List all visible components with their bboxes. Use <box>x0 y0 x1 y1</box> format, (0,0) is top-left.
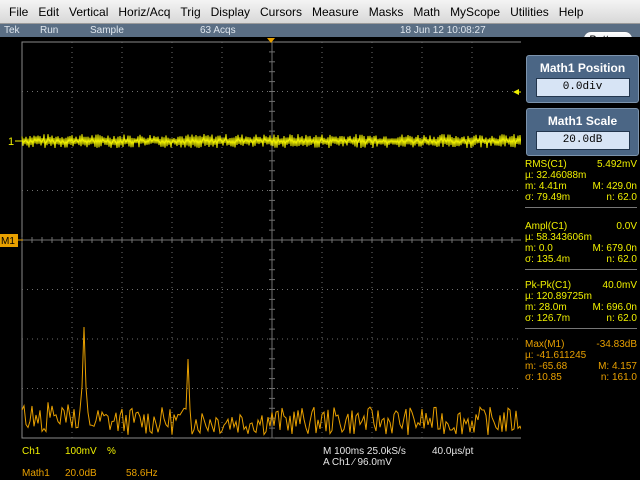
trigger-readout[interactable]: A Ch1 ⁄ 96.0mV <box>323 457 392 468</box>
math1-scale-control[interactable]: Math1 Scale 20.0dB <box>526 108 639 156</box>
meas-count: 62.0 <box>617 313 637 324</box>
meas-name: RMS(C1) <box>525 159 567 170</box>
meas-value: 40.0mV <box>602 280 637 291</box>
meas-stddev: 135.4m <box>536 254 571 265</box>
horizontal-readout[interactable]: M 100ms 25.0kS/s <box>323 446 406 457</box>
right-panel: Math1 Position 0.0div Math1 Scale 20.0dB… <box>521 37 640 442</box>
math1-frequency: 58.6Hz <box>126 468 158 479</box>
meas-value: -34.83dB <box>596 339 637 350</box>
measurement-ampl[interactable]: Ampl(C1) 0.0V µ: 58.343606m m: 0.0 M: 679.… <box>525 221 637 270</box>
meas-stddev: 10.85 <box>536 372 562 383</box>
meas-count: 62.0 <box>617 254 637 265</box>
meas-min: 28.0m <box>538 302 567 313</box>
measurement-rms[interactable]: RMS(C1) 5.492mV µ: 32.46088m m: 4.41m M: 4… <box>525 159 637 208</box>
acq-count: 63 Acqs <box>200 25 236 36</box>
math1-label[interactable]: Math1 <box>22 468 50 479</box>
ch1-marker[interactable]: 1 <box>8 136 14 148</box>
menu-trig[interactable]: Trig <box>175 0 205 24</box>
meas-min: 4.41m <box>538 181 567 192</box>
menu-masks[interactable]: Masks <box>364 0 409 24</box>
graticule[interactable]: 1 M1 <box>0 37 525 442</box>
menu-bar: File Edit Vertical Horiz/Acq Trig Displa… <box>0 0 640 24</box>
ch1-scale[interactable]: 100mV <box>65 446 97 457</box>
meas-min: -65.68 <box>538 361 568 372</box>
datetime: 18 Jun 12 10:08:27 <box>400 25 486 36</box>
brand-label: Tek <box>4 25 20 36</box>
measurement-max-math[interactable]: Max(M1) -34.83dB µ: -41.611245 m: -65.68 M… <box>525 339 637 383</box>
meas-name: Pk-Pk(C1) <box>525 280 572 291</box>
meas-mean: 120.89725m <box>536 291 592 302</box>
meas-mean: 58.343606m <box>536 232 592 243</box>
menu-display[interactable]: Display <box>206 0 255 24</box>
meas-max: 429.0n <box>606 181 637 192</box>
menu-cursors[interactable]: Cursors <box>255 0 307 24</box>
readout-bar: Ch1 100mV % Math1 20.0dB 58.6Hz M 100ms … <box>0 442 640 480</box>
meas-stddev: 126.7m <box>536 313 571 324</box>
menu-horiz-acq[interactable]: Horiz/Acq <box>113 0 175 24</box>
meas-max: 4.157 <box>611 361 637 372</box>
math1-position-title: Math1 Position <box>539 61 626 75</box>
meas-count: 161.0 <box>611 372 637 383</box>
math1-scale[interactable]: 20.0dB <box>65 468 97 479</box>
divider <box>525 207 637 208</box>
resolution-readout: 40.0µs/pt <box>432 446 474 457</box>
meas-max: 696.0n <box>606 302 637 313</box>
divider <box>525 328 637 329</box>
meas-max: 679.0n <box>606 243 637 254</box>
meas-min: 0.0 <box>538 243 553 254</box>
math1-scale-value[interactable]: 20.0dB <box>535 131 630 150</box>
meas-stddev: 79.49m <box>536 192 571 203</box>
menu-edit[interactable]: Edit <box>33 0 64 24</box>
meas-count: 62.0 <box>617 192 637 203</box>
meas-value: 5.492mV <box>596 159 637 170</box>
menu-vertical[interactable]: Vertical <box>64 0 113 24</box>
meas-mean: -41.611245 <box>536 350 587 361</box>
menu-file[interactable]: File <box>4 0 33 24</box>
meas-mean: 32.46088m <box>536 170 587 181</box>
divider <box>525 269 637 270</box>
ch1-coupling-icon: % <box>107 446 116 457</box>
menu-measure[interactable]: Measure <box>307 0 364 24</box>
status-bar: Tek Run Sample 63 Acqs 18 Jun 12 10:08:2… <box>0 24 640 37</box>
menu-math[interactable]: Math <box>408 0 445 24</box>
measurement-pkpk[interactable]: Pk-Pk(C1) 40.0mV µ: 120.89725m m: 28.0m M:… <box>525 280 637 329</box>
run-state[interactable]: Run <box>40 24 58 37</box>
meas-value: 0.0V <box>616 221 637 232</box>
math1-marker[interactable]: M1 <box>1 236 15 247</box>
math1-position-control[interactable]: Math1 Position 0.0div <box>526 55 639 103</box>
math1-scale-title: Math1 Scale <box>547 114 618 128</box>
meas-name: Max(M1) <box>525 339 565 350</box>
menu-myscope[interactable]: MyScope <box>445 0 505 24</box>
acq-mode: Sample <box>90 25 124 36</box>
math1-position-value[interactable]: 0.0div <box>535 78 630 97</box>
menu-help[interactable]: Help <box>554 0 589 24</box>
ch1-label[interactable]: Ch1 <box>22 446 40 457</box>
meas-name: Ampl(C1) <box>525 221 568 232</box>
menu-utilities[interactable]: Utilities <box>505 0 554 24</box>
